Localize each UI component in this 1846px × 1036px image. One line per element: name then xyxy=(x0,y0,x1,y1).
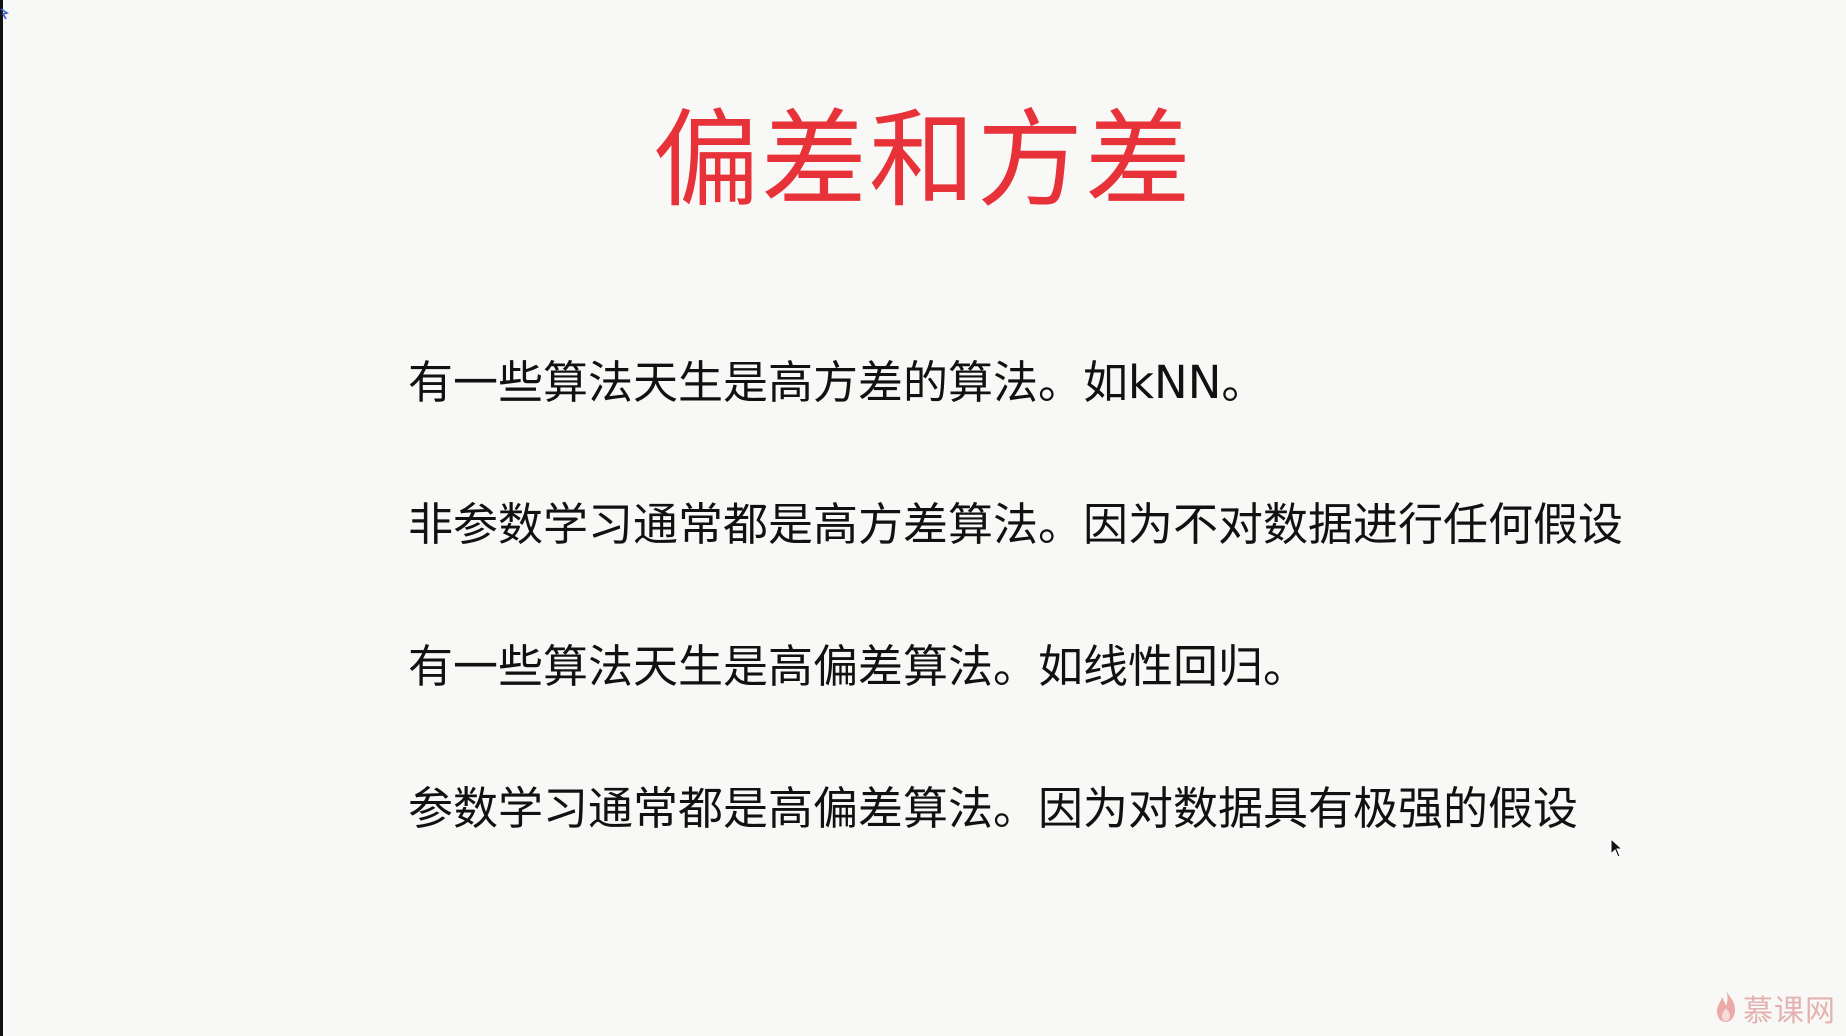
flame-logo-icon xyxy=(1713,988,1739,1028)
corner-marker-icon xyxy=(0,8,9,20)
slide-content: 有一些算法天生是高方差的算法。如kNN。 非参数学习通常都是高方差算法。因为不对… xyxy=(408,348,1808,916)
slide-title: 偏差和方差 xyxy=(653,99,1193,222)
watermark-text: 慕课网 xyxy=(1743,994,1836,1029)
content-line: 非参数学习通常都是高方差算法。因为不对数据进行任何假设 xyxy=(408,498,1624,551)
watermark: 慕课网 xyxy=(1713,988,1836,1029)
mouse-pointer-icon xyxy=(1610,837,1624,858)
content-line: 参数学习通常都是高偏差算法。因为对数据具有极强的假设 xyxy=(408,782,1579,835)
content-line: 有一些算法天生是高方差的算法。如kNN。 xyxy=(408,356,1267,409)
content-line: 有一些算法天生是高偏差算法。如线性回归。 xyxy=(408,640,1309,693)
